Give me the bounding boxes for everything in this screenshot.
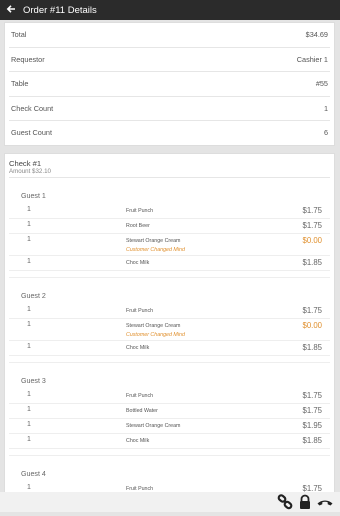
order-item-row[interactable]: 1 Fruit Punch $1.75 [9, 482, 330, 493]
summary-value: #55 [315, 79, 328, 89]
item-quantity: 1 [27, 305, 31, 313]
order-item-row[interactable]: 1 Choc Milk $1.85 [9, 341, 330, 356]
summary-label: Requestor [11, 54, 45, 64]
item-name: Choc Milk [126, 437, 150, 444]
order-item-row[interactable]: 1 Stewart Orange Cream $1.95 [9, 419, 330, 434]
order-summary-card: Total $34.69 Requestor Cashier 1 Table #55 Che… [4, 22, 335, 146]
order-item-row[interactable]: 1 Fruit Punch $1.75 [9, 389, 330, 404]
guest-list: Guest 1 1 Fruit Punch $1.75 1 Root Beer $1.75 1… [9, 178, 330, 493]
item-quantity: 1 [27, 390, 31, 398]
item-name-wrap: Stewart Orange Cream Customer Changed Min… [126, 236, 282, 253]
item-name: Root Beer [126, 222, 150, 229]
link-icon[interactable] [276, 493, 294, 511]
lock-icon[interactable] [296, 493, 314, 511]
order-item-row[interactable]: 1 Stewart Orange Cream Customer Changed Mi… [9, 234, 330, 256]
item-price: $1.85 [302, 435, 322, 445]
item-price: $1.75 [302, 205, 322, 215]
guest-title: Guest 4 [21, 469, 46, 478]
item-name-wrap: Fruit Punch [126, 306, 282, 314]
summary-value: Cashier 1 [296, 54, 328, 64]
item-quantity: 1 [27, 235, 31, 243]
order-item-row[interactable]: 1 Choc Milk $1.85 [9, 256, 330, 271]
order-item-row[interactable]: 1 Fruit Punch $1.75 [9, 304, 330, 319]
item-quantity: 1 [27, 420, 31, 428]
summary-row: Check Count 1 [9, 97, 330, 121]
bottom-toolbar [0, 492, 340, 512]
item-name-wrap: Root Beer [126, 221, 282, 229]
item-quantity: 1 [27, 342, 31, 350]
item-name-wrap: Stewart Orange Cream [126, 421, 282, 429]
item-name-wrap: Stewart Orange Cream Customer Changed Min… [126, 321, 282, 338]
order-item-row[interactable]: 1 Stewart Orange Cream Customer Changed Mi… [9, 319, 330, 341]
item-name: Fruit Punch [126, 207, 154, 214]
summary-label: Total [11, 30, 27, 40]
item-quantity: 1 [27, 320, 31, 328]
item-quantity: 1 [27, 257, 31, 265]
summary-value: 1 [323, 103, 328, 113]
order-item-row[interactable]: 1 Choc Milk $1.85 [9, 434, 330, 449]
item-name-wrap: Choc Milk [126, 343, 282, 351]
item-name-wrap: Bottled Water [126, 406, 282, 414]
order-item-row[interactable]: 1 Fruit Punch $1.75 [9, 204, 330, 219]
guest-section: Guest 1 1 Fruit Punch $1.75 1 Root Beer $1.75 1… [9, 178, 330, 278]
item-name: Stewart Orange Cream [126, 422, 181, 429]
item-price: $1.85 [302, 257, 322, 267]
guest-title: Guest 1 [21, 191, 46, 200]
item-name-wrap: Fruit Punch [126, 206, 282, 214]
item-name-wrap: Choc Milk [126, 258, 282, 266]
item-name: Stewart Orange Cream [126, 237, 181, 244]
summary-value: $34.69 [305, 30, 328, 40]
item-name-wrap: Choc Milk [126, 436, 282, 444]
item-name: Bottled Water [126, 407, 158, 414]
back-arrow-icon[interactable] [2, 3, 20, 17]
app-header: Order #11 Details [0, 0, 340, 20]
item-note: Customer Changed Mind [126, 331, 185, 338]
summary-label: Check Count [11, 103, 54, 113]
guest-section: Guest 3 1 Fruit Punch $1.75 1 Bottled Water $1… [9, 363, 330, 456]
item-price: $1.75 [302, 305, 322, 315]
summary-row: Total $34.69 [9, 23, 330, 48]
item-price: $1.75 [302, 483, 322, 493]
guest-title: Guest 2 [21, 291, 46, 300]
item-name: Choc Milk [126, 259, 150, 266]
guest-section: Guest 2 1 Fruit Punch $1.75 1 Stewart Orange … [9, 278, 330, 363]
item-quantity: 1 [27, 483, 31, 491]
item-name-wrap: Fruit Punch [126, 391, 282, 399]
summary-label: Table [11, 79, 29, 89]
item-quantity: 1 [27, 435, 31, 443]
summary-row: Table #55 [9, 72, 330, 97]
order-item-row[interactable]: 1 Root Beer $1.75 [9, 219, 330, 234]
item-name: Fruit Punch [126, 392, 154, 399]
item-price: $1.75 [302, 390, 322, 400]
order-details-content[interactable]: Total $34.69 Requestor Cashier 1 Table #55 Che… [4, 22, 335, 492]
item-quantity: 1 [27, 220, 31, 228]
page-title: Order #11 Details [23, 4, 97, 16]
order-item-row[interactable]: 1 Bottled Water $1.75 [9, 404, 330, 419]
item-price: $1.75 [302, 220, 322, 230]
item-name: Fruit Punch [126, 307, 154, 314]
summary-value: 6 [323, 128, 328, 138]
item-price: $1.95 [302, 420, 322, 430]
item-note: Customer Changed Mind [126, 246, 185, 253]
summary-row: Guest Count 6 [9, 121, 330, 145]
item-quantity: 1 [27, 205, 31, 213]
item-price: $1.85 [302, 342, 322, 352]
item-price: $0.00 [302, 235, 322, 245]
summary-row: Requestor Cashier 1 [9, 48, 330, 72]
item-name-wrap: Fruit Punch [126, 484, 282, 492]
item-quantity: 1 [27, 405, 31, 413]
item-name: Stewart Orange Cream [126, 322, 181, 329]
guest-section: Guest 41Fruit Punch$1.751Soda Water$1.85… [9, 456, 330, 493]
item-price: $0.00 [302, 320, 322, 330]
check-amount: Amount $32.10 [9, 168, 330, 178]
guest-title: Guest 3 [21, 376, 46, 385]
check-title: Check #1 [9, 158, 42, 168]
item-price: $1.75 [302, 405, 322, 415]
item-name: Fruit Punch [126, 485, 154, 492]
item-name: Choc Milk [126, 344, 150, 351]
summary-label: Guest Count [11, 128, 52, 138]
check-card: Check #1 Amount $32.10 Guest 1 1 Fruit Pun… [4, 152, 335, 493]
phone-hangup-icon[interactable] [316, 493, 334, 511]
